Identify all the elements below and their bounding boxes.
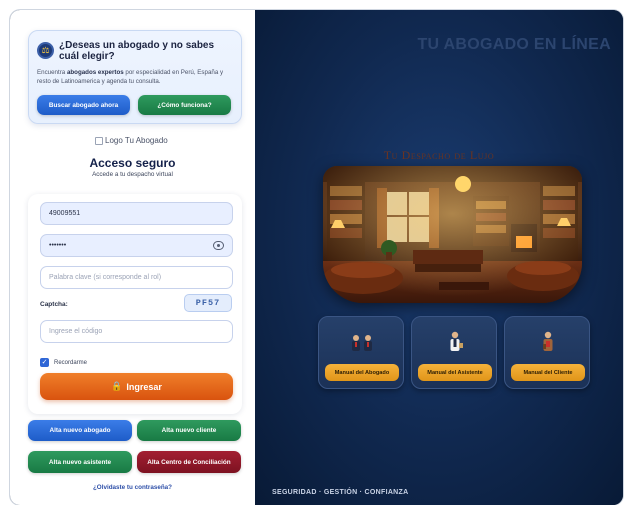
client-manual-card: Manual del Cliente — [504, 316, 590, 389]
logo-image: Logo Tu Abogado — [95, 136, 168, 145]
promo-title: ¿Deseas un abogado y no sabes cuál elegi… — [59, 40, 215, 62]
logo-alt-text: Logo Tu Abogado — [105, 136, 168, 145]
remember-me[interactable]: ✓ Recordarme — [40, 358, 87, 367]
search-lawyer-button[interactable]: Buscar abogado ahora — [37, 95, 130, 115]
assistant-manual-card: Manual del Asistente — [411, 316, 497, 389]
brand-title: TU ABOGADO EN LÍNEA — [417, 36, 611, 53]
footer-slogan: SEGURIDAD · GESTIÓN · CONFIANZA — [272, 489, 409, 496]
office-photo — [323, 166, 582, 303]
captcha-code: PF57 — [184, 294, 232, 312]
scales-logo-icon: ⚖ — [37, 42, 54, 59]
eye-icon[interactable] — [213, 241, 224, 250]
captcha-input[interactable]: Ingrese el código — [40, 320, 233, 343]
tagline: Tu Despacho de Lujo — [383, 148, 495, 162]
keyword-input[interactable]: Palabra clave (si corresponde al rol) — [40, 266, 233, 289]
new-assistant-button[interactable]: Alta nuevo asistente — [28, 451, 132, 473]
page-subtitle: Accede a tu despacho virtual — [92, 171, 173, 178]
remember-checkbox[interactable]: ✓ — [40, 358, 49, 367]
username-input[interactable]: 49009551 — [40, 202, 233, 225]
login-form: 49009551 ••••••• Palabra clave (si corre… — [28, 194, 242, 414]
lawyer-manual-button[interactable]: Manual del Abogado — [325, 364, 399, 381]
login-button[interactable]: 🔒 Ingresar — [40, 373, 233, 400]
login-panel: ⚖ ¿Deseas un abogado y no sabes cuál ele… — [10, 10, 255, 505]
office-illustration — [323, 166, 582, 303]
captcha-label: Captcha: — [40, 301, 68, 308]
page-title: Acceso seguro — [89, 156, 176, 170]
lock-icon: 🔒 — [111, 381, 123, 391]
new-center-button[interactable]: Alta Centro de Conciliación — [137, 451, 241, 473]
hero-panel: TU ABOGADO EN LÍNEA Tu Despacho de Lujo — [255, 10, 623, 505]
assistant-manual-button[interactable]: Manual del Asistente — [418, 364, 492, 381]
remember-label: Recordarme — [54, 359, 88, 366]
promo-card: ⚖ ¿Deseas un abogado y no sabes cuál ele… — [28, 30, 242, 124]
broken-image-icon — [95, 136, 103, 145]
lawyer-manual-card: Manual del Abogado — [318, 316, 404, 389]
how-it-works-button[interactable]: ¿Cómo funciona? — [138, 95, 231, 115]
new-lawyer-button[interactable]: Alta nuevo abogado — [28, 420, 132, 441]
assistant-icon — [450, 331, 463, 351]
promo-description: Encuentra abogados expertos por especial… — [37, 69, 224, 85]
client-icon — [543, 331, 553, 351]
app-window: ⚖ ¿Deseas un abogado y no sabes cuál ele… — [10, 10, 623, 505]
forgot-password-link[interactable]: ¿Olvidaste tu contraseña? — [10, 484, 255, 491]
lawyers-icon — [352, 335, 372, 351]
password-input[interactable]: ••••••• — [40, 234, 233, 257]
client-manual-button[interactable]: Manual del Cliente — [511, 364, 585, 381]
new-client-button[interactable]: Alta nuevo cliente — [137, 420, 241, 441]
